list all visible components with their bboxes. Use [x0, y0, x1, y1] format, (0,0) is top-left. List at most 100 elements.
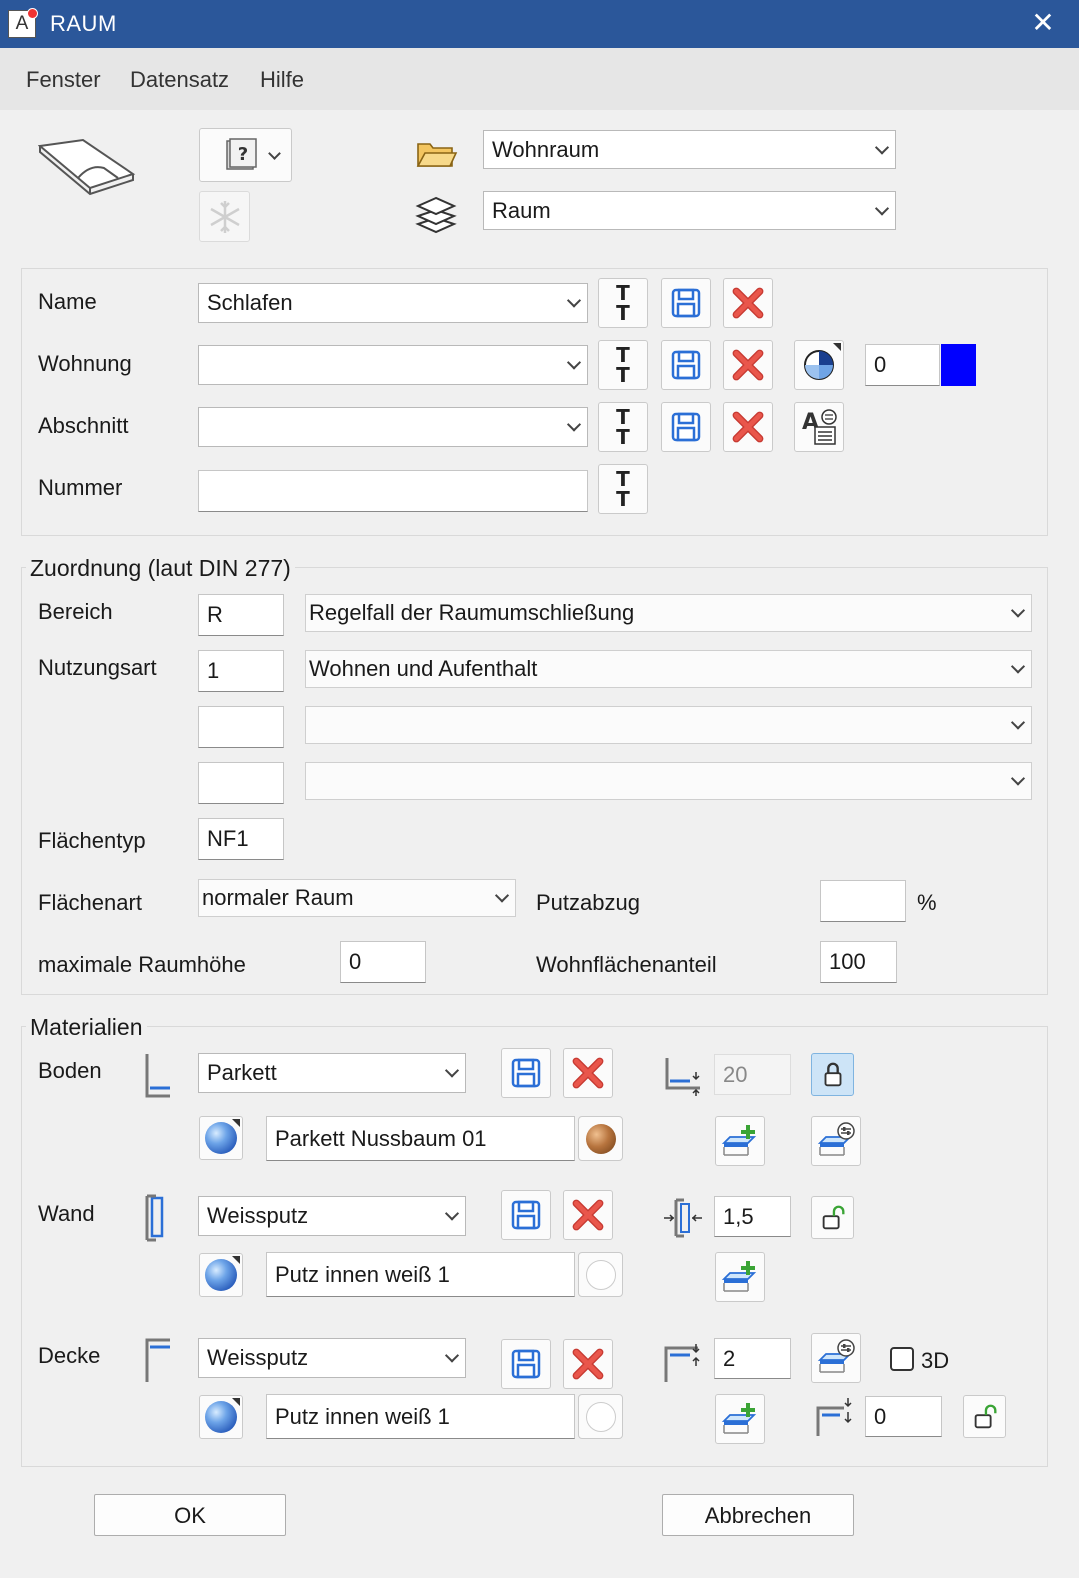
wand-add-layer-button[interactable] [715, 1252, 765, 1302]
menu-hilfe[interactable]: Hilfe [260, 67, 304, 93]
extra2-code-field[interactable] [198, 762, 284, 804]
boden-material-combo[interactable]: Parkett [198, 1053, 466, 1093]
white-texture-icon [585, 1259, 616, 1290]
menu-datensatz[interactable]: Datensatz [130, 67, 229, 93]
chevron-down-icon [566, 417, 582, 432]
decke-offset-field[interactable]: 0 [865, 1396, 942, 1437]
decke-layer-options-button[interactable] [811, 1333, 861, 1383]
wand-texture-button[interactable] [199, 1253, 243, 1297]
layer-combo[interactable]: Raum [483, 191, 896, 230]
wall-layer-icon [145, 1194, 164, 1242]
materialien-legend: Materialien [26, 1014, 147, 1041]
delete-icon [571, 1347, 605, 1381]
abschnitt-save-button[interactable] [661, 402, 711, 452]
boden-lock-button[interactable] [811, 1053, 854, 1096]
boden-save-button[interactable] [501, 1048, 551, 1098]
boden-thickness-field[interactable]: 20 [714, 1054, 791, 1095]
putzabzug-field[interactable] [820, 880, 906, 922]
extra1-code-field[interactable] [198, 706, 284, 748]
abschnitt-combo[interactable] [198, 407, 588, 447]
wand-material-combo[interactable]: Weissputz [198, 1196, 466, 1236]
wand-delete-button[interactable] [563, 1190, 613, 1240]
boden-layer-options-button[interactable] [811, 1116, 861, 1166]
wohnflaeche-label: Wohnflächenanteil [536, 952, 717, 977]
title-bar: A RAUM ✕ [0, 0, 1079, 48]
text-format-icon: A [802, 409, 837, 445]
boden-texture-preview[interactable] [578, 1116, 623, 1161]
name-save-button[interactable] [661, 278, 711, 328]
name-label: Name [38, 289, 97, 314]
folder-combo[interactable]: Wohnraum [483, 130, 896, 169]
nummer-text-button[interactable]: TT [598, 464, 648, 514]
wood-texture-icon [585, 1123, 616, 1154]
nummer-field[interactable] [198, 470, 588, 512]
decke-texture-preview[interactable] [578, 1394, 623, 1439]
svg-text:?: ? [237, 144, 247, 165]
layer-combo-value: Raum [492, 197, 551, 223]
chevron-down-icon [566, 355, 582, 370]
add-layer-icon [720, 1257, 760, 1297]
decke-texture-field[interactable]: Putz innen weiß 1 [266, 1394, 575, 1439]
wand-thickness-field[interactable]: 1,5 [714, 1196, 791, 1237]
wohnung-delete-button[interactable] [723, 340, 773, 390]
flaechentyp-field[interactable]: NF1 [198, 818, 284, 860]
window-title: RAUM [50, 11, 117, 36]
wohnung-color-button[interactable] [794, 340, 844, 390]
extra2-combo[interactable] [305, 762, 1032, 800]
freeze-button[interactable] [199, 191, 250, 242]
abschnitt-format-button[interactable]: A [794, 402, 844, 452]
wohnflaeche-field[interactable]: 100 [820, 941, 897, 983]
material-sphere-icon [205, 1259, 237, 1291]
bereich-code-field[interactable]: R [198, 594, 284, 636]
bereich-combo[interactable]: Regelfall der Raumumschließung [305, 594, 1032, 632]
decke-save-button[interactable] [501, 1339, 551, 1389]
wohnung-save-button[interactable] [661, 340, 711, 390]
add-layer-icon [720, 1399, 760, 1439]
flaechenart-combo[interactable]: normaler Raum [198, 879, 516, 917]
name-delete-button[interactable] [723, 278, 773, 328]
decke-add-layer-button[interactable] [715, 1394, 765, 1444]
wand-lock-button[interactable] [811, 1196, 854, 1239]
wohnung-combo[interactable] [198, 345, 588, 385]
nutzungsart-combo[interactable]: Wohnen und Aufenthalt [305, 650, 1032, 688]
wand-label: Wand [38, 1201, 95, 1226]
decke-material-value: Weissputz [207, 1345, 309, 1370]
wohnung-text-button[interactable]: TT [598, 340, 648, 390]
chevron-down-icon [268, 147, 281, 160]
decke-3d-checkbox[interactable] [890, 1347, 914, 1371]
name-text-button[interactable]: TT [598, 278, 648, 328]
close-icon[interactable]: ✕ [1007, 0, 1079, 48]
nutzungsart-code-field[interactable]: 1 [198, 650, 284, 692]
wand-texture-field[interactable]: Putz innen weiß 1 [266, 1252, 575, 1297]
object-type-dropdown[interactable]: ? [199, 128, 292, 182]
text-tt-icon: TT [616, 281, 630, 325]
decke-material-combo[interactable]: Weissputz [198, 1338, 466, 1378]
wand-texture-preview[interactable] [578, 1252, 623, 1297]
boden-texture-field[interactable]: Parkett Nussbaum 01 [266, 1116, 575, 1161]
name-combo[interactable]: Schlafen [198, 283, 588, 323]
nummer-label: Nummer [38, 475, 123, 500]
boden-delete-button[interactable] [563, 1048, 613, 1098]
chevron-down-icon [1010, 659, 1026, 674]
abschnitt-delete-button[interactable] [723, 402, 773, 452]
decke-delete-button[interactable] [563, 1339, 613, 1389]
delete-icon [571, 1198, 605, 1232]
raumhoehe-field[interactable]: 0 [340, 941, 426, 983]
wand-save-button[interactable] [501, 1190, 551, 1240]
decke-lock-button[interactable] [963, 1395, 1006, 1438]
decke-texture-button[interactable] [199, 1395, 243, 1439]
folder-combo-value: Wohnraum [492, 136, 600, 162]
cancel-button[interactable]: Abbrechen [662, 1494, 854, 1536]
folder-open-icon [416, 143, 458, 167]
boden-texture-button[interactable] [199, 1116, 243, 1160]
decke-thickness-field[interactable]: 2 [714, 1338, 791, 1379]
extra1-combo[interactable] [305, 706, 1032, 744]
abschnitt-text-button[interactable]: TT [598, 402, 648, 452]
menu-fenster[interactable]: Fenster [26, 67, 101, 93]
chevron-down-icon [494, 888, 510, 903]
raumhoehe-label: maximale Raumhöhe [38, 952, 246, 977]
wohnung-number-field[interactable]: 0 [865, 344, 940, 386]
save-icon [670, 287, 702, 319]
ok-button[interactable]: OK [94, 1494, 286, 1536]
boden-add-layer-button[interactable] [715, 1116, 765, 1166]
